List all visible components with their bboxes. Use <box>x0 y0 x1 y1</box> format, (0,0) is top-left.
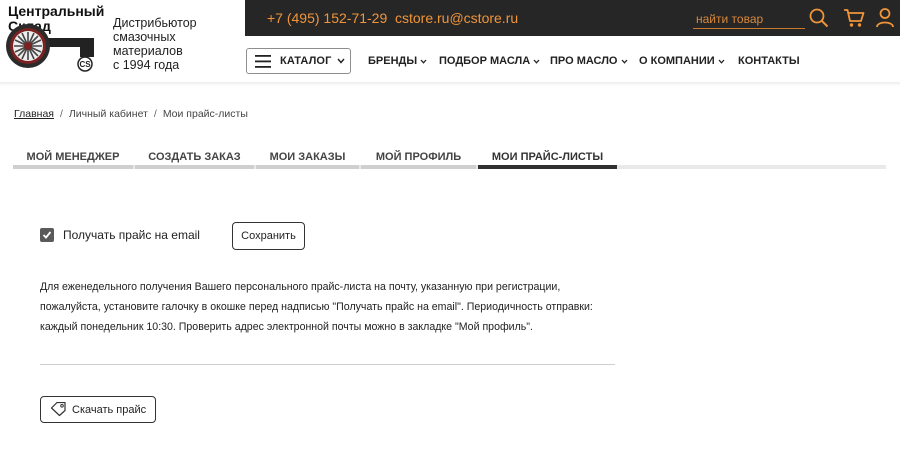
tab-underline <box>13 165 133 169</box>
header-divider <box>0 82 900 86</box>
tab-my-manager[interactable]: МОЙ МЕНЕДЖЕР <box>13 150 133 169</box>
tab-label: МОИ ЗАКАЗЫ <box>269 151 346 163</box>
breadcrumb: Главная / Личный кабинет / Мои прайс-лис… <box>14 108 248 120</box>
chevron-down-icon <box>718 59 725 64</box>
nav-item-label: ПРО МАСЛО <box>550 55 618 67</box>
chevron-down-icon <box>533 59 540 64</box>
hamburger-icon <box>255 55 271 68</box>
user-account-button[interactable] <box>873 6 897 30</box>
tab-create-order[interactable]: СОЗДАТЬ ЗАКАЗ <box>135 150 254 169</box>
catalog-label: КАТАЛОГ <box>280 55 332 67</box>
download-price-button[interactable]: Скачать прайс <box>40 396 156 423</box>
email-price-checkbox-label[interactable]: Получать прайс на email <box>63 228 200 242</box>
tagline-line-2: смазочных материалов <box>113 30 183 58</box>
main-nav: КАТАЛОГ БРЕНДЫ ПОДБОР МАСЛА ПРО МАСЛО О … <box>245 36 900 82</box>
nav-item-contacts[interactable]: КОНТАКТЫ <box>738 55 800 67</box>
tab-underline <box>256 165 359 169</box>
site-logo[interactable]: Центральный Склад CS Дистрибьютор смазоч… <box>0 0 245 82</box>
top-bar: +7 (495) 152-71-29 cstore.ru@cstore.ru <box>245 0 900 36</box>
breadcrumb-home-link[interactable]: Главная <box>14 108 54 120</box>
catalog-button[interactable]: КАТАЛОГ <box>246 48 351 74</box>
breadcrumb-separator: / <box>153 108 157 120</box>
tab-underline <box>135 165 254 169</box>
chevron-down-icon <box>337 58 345 64</box>
nav-item-label: О КОМПАНИИ <box>639 55 715 67</box>
tab-label: МОИ ПРАЙС-ЛИСТЫ <box>491 151 604 163</box>
phone-link[interactable]: +7 (495) 152-71-29 <box>267 10 387 26</box>
tab-my-profile[interactable]: МОЙ ПРОФИЛЬ <box>361 150 476 169</box>
nav-item-oil-selection[interactable]: ПОДБОР МАСЛА <box>439 55 540 67</box>
nav-item-label: КОНТАКТЫ <box>738 55 800 67</box>
logo-title-line-1: Центральный <box>8 3 105 19</box>
logo-tagline: Дистрибьютор смазочных материалов с 1994… <box>113 16 245 72</box>
search-icon <box>809 8 829 28</box>
tab-my-orders[interactable]: МОИ ЗАКАЗЫ <box>256 150 359 169</box>
cart-icon <box>844 9 865 27</box>
tab-label: МОЙ МЕНЕДЖЕР <box>26 151 120 163</box>
info-line-2: пожалуйста, установите галочку в окошке … <box>40 301 593 313</box>
email-price-checkbox[interactable] <box>40 228 54 242</box>
content-divider <box>40 364 615 365</box>
nav-item-brands[interactable]: БРЕНДЫ <box>368 55 427 67</box>
tab-underline <box>361 165 476 169</box>
user-icon <box>876 8 894 28</box>
price-tag-icon <box>50 402 66 417</box>
tagline-line-3: с 1994 года <box>113 58 180 72</box>
tab-label: МОЙ ПРОФИЛЬ <box>375 151 462 163</box>
breadcrumb-separator: / <box>59 108 63 120</box>
price-list-info-text: Для еженедельного получения Вашего персо… <box>40 277 620 337</box>
tab-label: СОЗДАТЬ ЗАКАЗ <box>148 151 241 163</box>
checkmark-icon <box>42 231 52 239</box>
wheel-emblem-icon: CS <box>6 24 94 72</box>
email-link[interactable]: cstore.ru@cstore.ru <box>395 10 518 26</box>
info-line-1: Для еженедельного получения Вашего персо… <box>40 281 561 293</box>
search-button[interactable] <box>807 6 831 30</box>
nav-item-about-company[interactable]: О КОМПАНИИ <box>639 55 725 67</box>
tab-underline-active <box>478 165 617 169</box>
breadcrumb-account-link[interactable]: Личный кабинет <box>69 108 148 120</box>
search-input[interactable] <box>693 9 805 29</box>
info-line-3: каждый понедельник 10:30. Проверить адре… <box>40 321 533 333</box>
nav-item-about-oil[interactable]: ПРО МАСЛО <box>550 55 628 67</box>
breadcrumb-current: Мои прайс-листы <box>162 108 248 120</box>
tagline-line-1: Дистрибьютор <box>113 16 197 30</box>
nav-item-label: ПОДБОР МАСЛА <box>439 55 531 67</box>
tab-my-price-lists[interactable]: МОИ ПРАЙС-ЛИСТЫ <box>478 150 617 169</box>
chevron-down-icon <box>420 59 427 64</box>
logo-emblem-text: CS <box>79 60 91 69</box>
nav-item-label: БРЕНДЫ <box>368 55 418 67</box>
account-tabs: МОЙ МЕНЕДЖЕР СОЗДАТЬ ЗАКАЗ МОИ ЗАКАЗЫ МО… <box>13 150 886 169</box>
cart-button[interactable] <box>842 6 866 30</box>
download-price-label: Скачать прайс <box>72 404 147 416</box>
chevron-down-icon <box>621 59 627 64</box>
save-button[interactable]: Сохранить <box>232 222 305 250</box>
